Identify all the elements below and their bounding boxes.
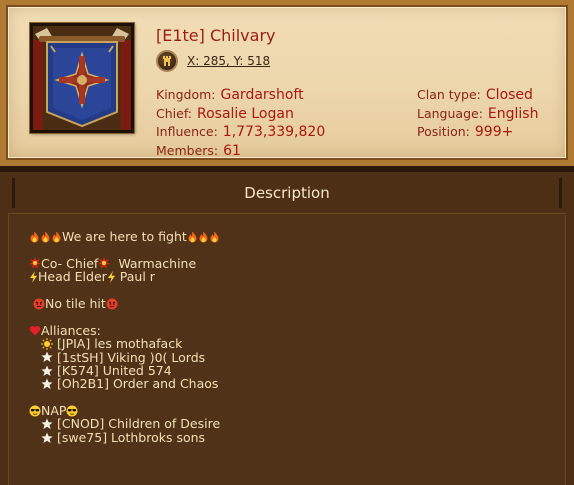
alliances-title-line: Alliances: bbox=[29, 322, 220, 338]
collision-icon bbox=[29, 257, 41, 269]
star-icon bbox=[41, 365, 53, 377]
sunglasses-face-icon bbox=[66, 405, 78, 417]
clan-emblem bbox=[30, 23, 134, 133]
fire-icon bbox=[187, 231, 198, 243]
position-value: 999+ bbox=[474, 124, 514, 140]
alliance-name: [JPIA] les mothafack bbox=[57, 336, 183, 352]
kingdom-label: Kingdom: bbox=[156, 87, 216, 102]
chief-row: Chief: Rosalie Logan bbox=[156, 106, 325, 125]
language-value: English bbox=[487, 105, 539, 122]
position-row: Position: 999+ bbox=[417, 124, 538, 143]
lightning-icon bbox=[107, 270, 116, 283]
lightning-icon bbox=[29, 270, 38, 283]
description-panel: Description We are here to fight Co- Chi… bbox=[0, 170, 574, 485]
clan-type-value: Closed bbox=[485, 87, 533, 103]
members-label: Members: bbox=[156, 142, 219, 158]
alliance-name: [K574] United 574 bbox=[57, 362, 172, 378]
description-text: We are here to fight Co- Chief Warmachin… bbox=[29, 230, 220, 444]
fire-icon bbox=[40, 231, 51, 243]
angry-face-icon bbox=[33, 298, 45, 310]
nap-name: [swe75] Lothbroks sons bbox=[57, 429, 206, 445]
members-row: Members: 61 bbox=[156, 143, 325, 162]
alliances-title: Alliances: bbox=[41, 322, 101, 338]
motto-text: We are here to fight bbox=[62, 229, 187, 244]
rule-text: No tile hit bbox=[45, 295, 106, 311]
description-header: Description bbox=[8, 172, 566, 214]
clan-name: [E1te] Chilvary bbox=[156, 26, 276, 45]
clan-type-label: Clan type: bbox=[417, 87, 481, 102]
clan-header-parchment: [E1te] Chilvary X: 285, Y: 518 Kingdom: … bbox=[6, 5, 568, 160]
alliance-item: [K574] United 574 bbox=[29, 362, 220, 378]
nap-title: NAP bbox=[41, 403, 67, 419]
star-icon bbox=[41, 351, 53, 363]
fire-icon bbox=[209, 231, 220, 243]
alliance-name: [1stSH] Viking )0( Lords bbox=[57, 349, 206, 365]
clan-type-row: Clan type: Closed bbox=[417, 87, 538, 106]
collision-icon bbox=[98, 257, 111, 269]
position-label: Position: bbox=[417, 124, 470, 139]
clan-banner-emblem-icon bbox=[33, 26, 131, 130]
star-icon bbox=[41, 418, 53, 430]
fire-icon bbox=[198, 231, 209, 243]
co-chief-line: Co- Chief Warmachine bbox=[29, 255, 220, 271]
members-value: 61 bbox=[223, 142, 241, 159]
language-label: Language: bbox=[417, 105, 483, 121]
nap-name: [CNOD] Children of Desire bbox=[57, 416, 221, 432]
influence-value: 1,773,339,820 bbox=[222, 124, 326, 140]
nap-item: [swe75] Lothbroks sons bbox=[29, 429, 220, 445]
map-location-icon[interactable] bbox=[156, 50, 178, 72]
kingdom-row: Kingdom: Gardarshoft bbox=[156, 87, 325, 106]
clan-header: [E1te] Chilvary X: 285, Y: 518 Kingdom: … bbox=[0, 0, 574, 166]
description-title: Description bbox=[244, 183, 330, 202]
clan-info-left: Kingdom: Gardarshoft Chief: Rosalie Loga… bbox=[156, 87, 325, 161]
angry-face-icon bbox=[106, 298, 118, 310]
influence-row: Influence: 1,773,339,820 bbox=[156, 124, 325, 143]
sunglasses-face-icon bbox=[29, 405, 41, 417]
heart-icon bbox=[29, 325, 41, 336]
alliance-name: [Oh2B1] Order and Chaos bbox=[57, 376, 219, 392]
kingdom-value: Gardarshoft bbox=[220, 87, 304, 103]
coordinates-link-row[interactable]: X: 285, Y: 518 bbox=[156, 49, 270, 73]
star-icon bbox=[41, 378, 53, 390]
description-body[interactable]: We are here to fight Co- Chief Warmachin… bbox=[8, 215, 566, 485]
fire-icon bbox=[29, 231, 40, 243]
head-elder-name: Paul r bbox=[119, 269, 155, 285]
coordinates-link[interactable]: X: 285, Y: 518 bbox=[187, 54, 270, 68]
tower-icon bbox=[163, 56, 171, 66]
nap-item: [CNOD] Children of Desire bbox=[29, 416, 221, 432]
star-icon bbox=[41, 432, 53, 444]
head-elder-line: Head Elder Paul r bbox=[29, 269, 220, 285]
co-chief-label: Co- Chief bbox=[41, 255, 99, 271]
fire-icon bbox=[51, 231, 62, 243]
chief-label: Chief: bbox=[156, 105, 192, 121]
nap-title-line: NAP bbox=[29, 404, 220, 417]
head-elder-label: Head Elder bbox=[38, 269, 107, 285]
rule-line: No tile hit bbox=[29, 297, 220, 310]
co-chief-name: Warmachine bbox=[118, 255, 197, 271]
alliance-item: [JPIA] les mothafack bbox=[29, 336, 220, 352]
influence-label: Influence: bbox=[156, 124, 218, 139]
alliance-item: [1stSH] Viking )0( Lords bbox=[29, 349, 220, 365]
sun-icon bbox=[41, 337, 53, 350]
clan-info-right: Clan type: Closed Language: English Posi… bbox=[417, 87, 538, 143]
chief-value: Rosalie Logan bbox=[196, 105, 294, 122]
language-row: Language: English bbox=[417, 106, 538, 125]
motto-line: We are here to fight bbox=[29, 230, 220, 243]
alliance-item: [Oh2B1] Order and Chaos bbox=[29, 376, 220, 392]
